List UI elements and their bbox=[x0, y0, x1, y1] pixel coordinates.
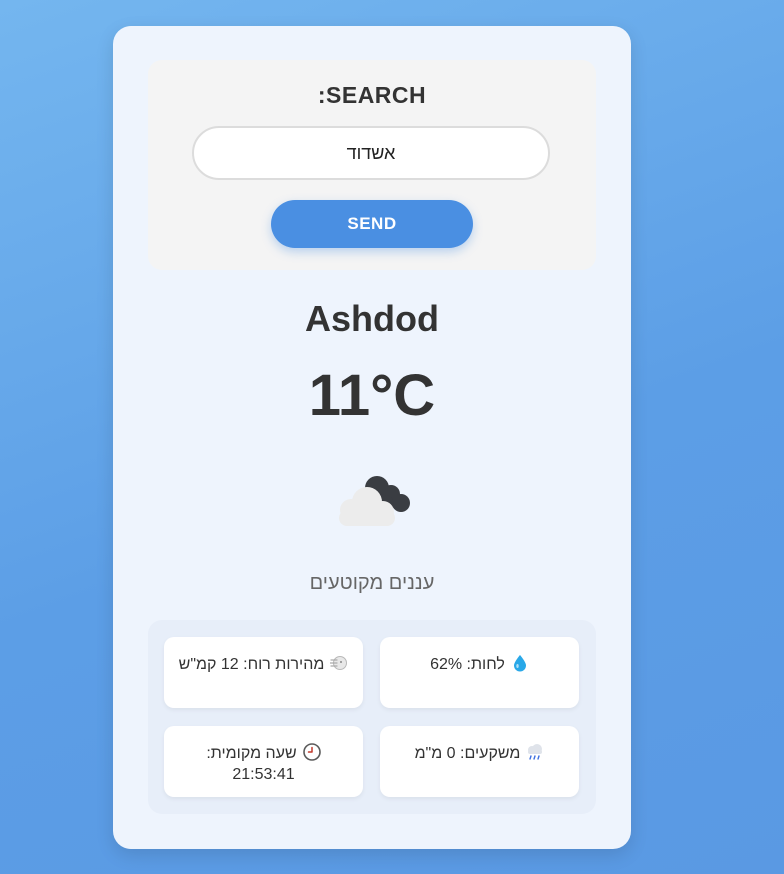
weather-description: עננים מקוטעים bbox=[309, 572, 435, 594]
search-input[interactable] bbox=[192, 126, 550, 180]
humidity-tile: לחות: 62% bbox=[380, 637, 579, 708]
rain-cloud-icon bbox=[528, 744, 543, 760]
wind-tile: מהירות רוח: 12 קמ"ש bbox=[164, 637, 363, 708]
details-panel: לחות: 62% מהירות רוח: 12 קמ"ש משקעים: 0 … bbox=[148, 620, 596, 814]
clock-icon bbox=[302, 743, 321, 761]
precipitation-text: משקעים: 0 מ"מ bbox=[414, 745, 521, 762]
search-title: :SEARCH bbox=[317, 82, 427, 108]
wind-text: מהירות רוח: 12 קמ"ש bbox=[178, 656, 325, 673]
city-name: Ashdod bbox=[305, 298, 439, 339]
precipitation-tile: משקעים: 0 מ"מ bbox=[380, 726, 579, 797]
local-time-tile: שעה מקומית: 21:53:41 bbox=[164, 726, 363, 797]
humidity-text: לחות: 62% bbox=[430, 656, 505, 673]
temperature: 11°C bbox=[308, 363, 436, 428]
weather-card: :SEARCH SEND Ashdod 11°C עננים מקוטעים ל… bbox=[113, 26, 631, 849]
wind-icon bbox=[330, 656, 348, 670]
search-panel: :SEARCH SEND bbox=[148, 60, 596, 270]
send-button[interactable]: SEND bbox=[271, 200, 473, 248]
droplet-icon bbox=[513, 655, 526, 672]
partly-cloudy-dark-icon bbox=[339, 476, 410, 526]
local-time-text: שעה מקומית: 21:53:41 bbox=[206, 745, 297, 783]
